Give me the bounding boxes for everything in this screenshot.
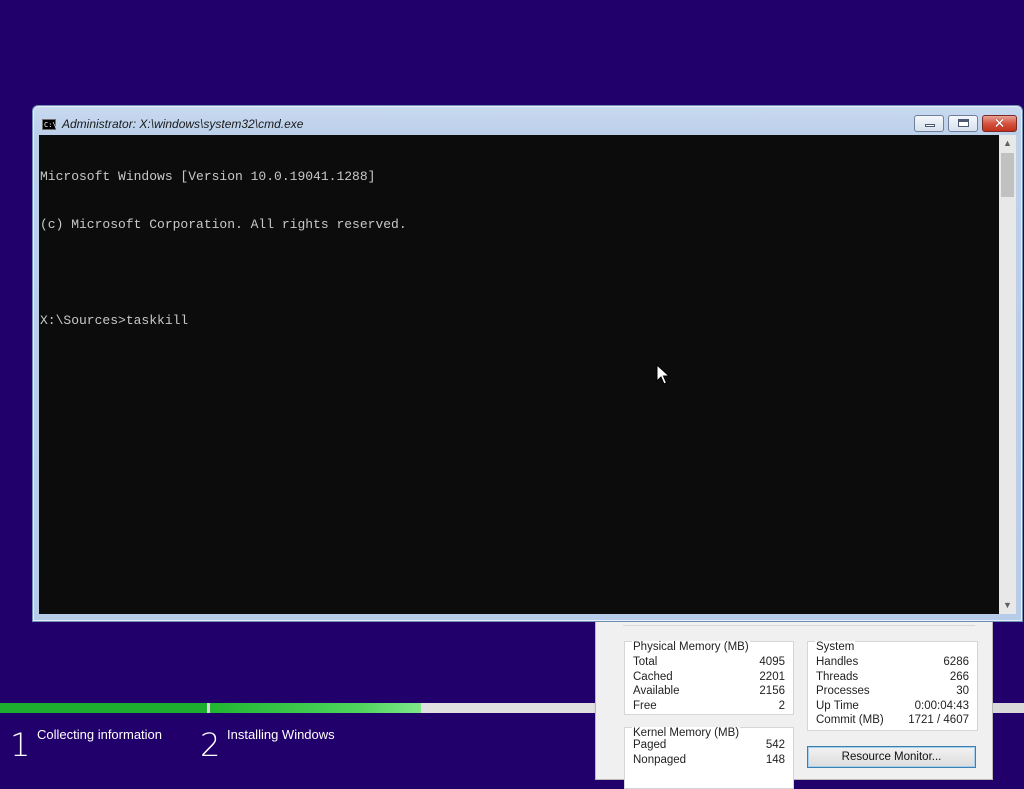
console-output[interactable]: Microsoft Windows [Version 10.0.19041.12… [39, 135, 999, 614]
console-line: Microsoft Windows [Version 10.0.19041.12… [40, 169, 376, 184]
maximize-icon [958, 119, 969, 127]
stat-label: Cached [633, 671, 673, 683]
task-manager-window: Physical Memory (MB) Total 4095 Cached 2… [595, 618, 993, 789]
stat-value: 266 [949, 671, 969, 683]
stat-value: 2 [778, 700, 785, 712]
group-title: Physical Memory (MB) [632, 641, 750, 653]
stat-row-available: Available 2156 [633, 685, 785, 699]
step-label: Installing Windows [227, 727, 335, 742]
scroll-down-arrow-icon[interactable]: ▼ [999, 597, 1016, 614]
stat-label: Nonpaged [633, 754, 687, 766]
minimize-icon [925, 124, 935, 127]
close-icon: ✕ [993, 116, 1006, 132]
stat-row-handles: Handles 6286 [816, 656, 969, 670]
stat-value: 1721 / 4607 [908, 714, 969, 726]
stat-label: Free [633, 700, 657, 712]
stat-label: Up Time [816, 700, 859, 712]
mouse-pointer-icon [656, 364, 670, 385]
step-label: Collecting information [37, 727, 163, 742]
stat-value: 6286 [943, 656, 969, 668]
stat-value: 2156 [759, 685, 785, 697]
stat-value: 148 [765, 754, 785, 766]
scroll-thumb[interactable] [1001, 153, 1014, 197]
stat-row-paged: Paged 542 [633, 739, 785, 753]
stat-row-commit: Commit (MB) 1721 / 4607 [816, 714, 969, 728]
title-bar[interactable]: C:\ Administrator: X:\windows\system32\c… [33, 106, 1022, 136]
stat-label: Threads [816, 671, 859, 683]
stat-value: 30 [956, 685, 969, 697]
progress-step1-fill [0, 703, 207, 713]
stat-label: Paged [633, 739, 667, 751]
step-number: 1 [10, 726, 31, 764]
stat-row-processes: Processes 30 [816, 685, 969, 699]
stat-value: 0:00:04:43 [914, 700, 969, 712]
group-title: Kernel Memory (MB) [632, 727, 741, 739]
stat-row-threads: Threads 266 [816, 671, 969, 685]
stat-label: Total [633, 656, 658, 668]
console-line: (c) Microsoft Corporation. All rights re… [40, 217, 407, 232]
stat-label: Commit (MB) [816, 714, 884, 726]
physical-memory-group: Physical Memory (MB) Total 4095 Cached 2… [624, 641, 794, 715]
cmd-app-icon[interactable]: C:\ [42, 119, 57, 130]
window-title: Administrator: X:\windows\system32\cmd.e… [62, 117, 304, 131]
stat-row-nonpaged: Nonpaged 148 [633, 754, 785, 768]
tab-divider [623, 625, 975, 626]
group-title: System [815, 641, 856, 653]
step-number: 2 [200, 726, 221, 764]
progress-step2-fill [210, 703, 421, 713]
stat-row-cached: Cached 2201 [633, 671, 785, 685]
stat-value: 542 [765, 739, 785, 751]
kernel-memory-group: Kernel Memory (MB) Paged 542 Nonpaged 14… [624, 727, 794, 789]
stat-row-uptime: Up Time 0:00:04:43 [816, 700, 969, 714]
stat-label: Available [633, 685, 680, 697]
scroll-up-arrow-icon[interactable]: ▲ [999, 135, 1016, 152]
stat-row-total: Total 4095 [633, 656, 785, 670]
stat-row-free: Free 2 [633, 700, 785, 714]
vertical-scrollbar[interactable]: ▲ ▼ [999, 135, 1016, 614]
resource-monitor-button[interactable]: Resource Monitor... [807, 746, 976, 768]
stat-label: Processes [816, 685, 870, 697]
stat-label: Handles [816, 656, 859, 668]
cmd-window[interactable]: C:\ Administrator: X:\windows\system32\c… [32, 105, 1023, 622]
stat-value: 2201 [759, 671, 785, 683]
system-group: System Handles 6286 Threads 266 Processe… [807, 641, 978, 731]
maximize-button[interactable] [948, 115, 978, 132]
command-prompt-line[interactable]: X:\Sources>taskkill [40, 313, 999, 329]
close-button[interactable]: ✕ [982, 115, 1017, 132]
minimize-button[interactable] [914, 115, 944, 132]
stat-value: 4095 [759, 656, 785, 668]
